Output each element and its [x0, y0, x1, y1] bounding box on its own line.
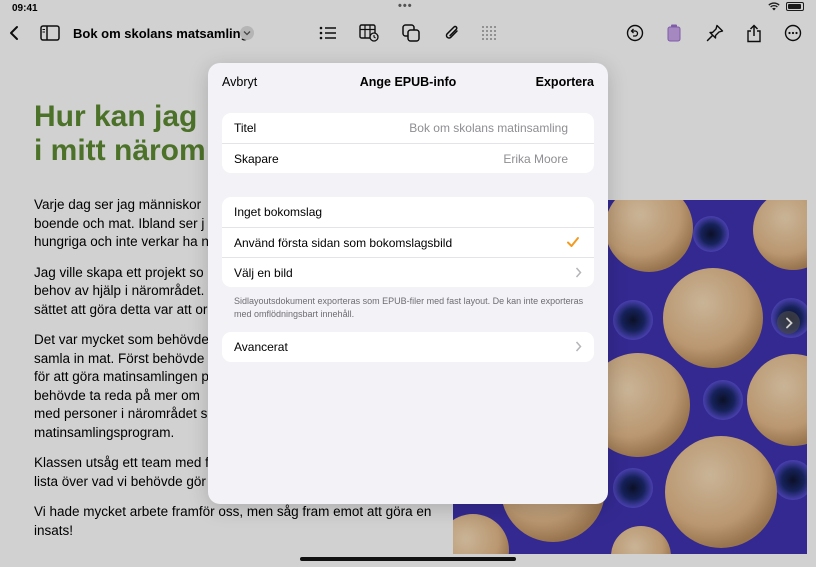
choose-image-option[interactable]: Välj en bild	[222, 257, 594, 287]
chevron-right-icon	[575, 267, 582, 278]
epub-layout-note: Sidlayoutsdokument exporteras som EPUB-f…	[234, 296, 584, 319]
first-page-cover-label: Använd första sidan som bokomslagsbild	[234, 235, 453, 250]
title-field[interactable]: Titel Bok om skolans matinsamling	[222, 113, 594, 143]
creator-label: Skapare	[234, 151, 279, 166]
no-cover-option[interactable]: Inget bokomslag	[222, 197, 594, 227]
title-value[interactable]: Bok om skolans matinsamling	[409, 121, 568, 135]
advanced-label: Avancerat	[234, 340, 288, 354]
choose-image-label: Välj en bild	[234, 265, 293, 280]
cancel-button[interactable]: Avbryt	[222, 75, 257, 89]
home-indicator[interactable]	[300, 557, 516, 561]
title-label: Titel	[234, 121, 257, 135]
checkmark-icon	[567, 237, 579, 247]
dialog-header: Ange EPUB-info Avbryt Exportera	[208, 63, 608, 101]
cover-options-group: Inget bokomslag Använd första sidan som …	[222, 197, 594, 287]
advanced-option[interactable]: Avancerat	[222, 332, 594, 362]
no-cover-label: Inget bokomslag	[234, 205, 323, 219]
export-button[interactable]: Exportera	[536, 75, 594, 89]
chevron-right-icon	[575, 341, 582, 352]
epub-info-dialog: Ange EPUB-info Avbryt Exportera Titel Bo…	[208, 63, 608, 504]
advanced-group: Avancerat	[222, 332, 594, 362]
creator-value[interactable]: Erika Moore	[503, 152, 568, 166]
first-page-cover-option[interactable]: Använd första sidan som bokomslagsbild	[222, 227, 594, 257]
book-info-group: Titel Bok om skolans matinsamling Skapar…	[222, 113, 594, 173]
creator-field[interactable]: Skapare Erika Moore	[222, 143, 594, 173]
